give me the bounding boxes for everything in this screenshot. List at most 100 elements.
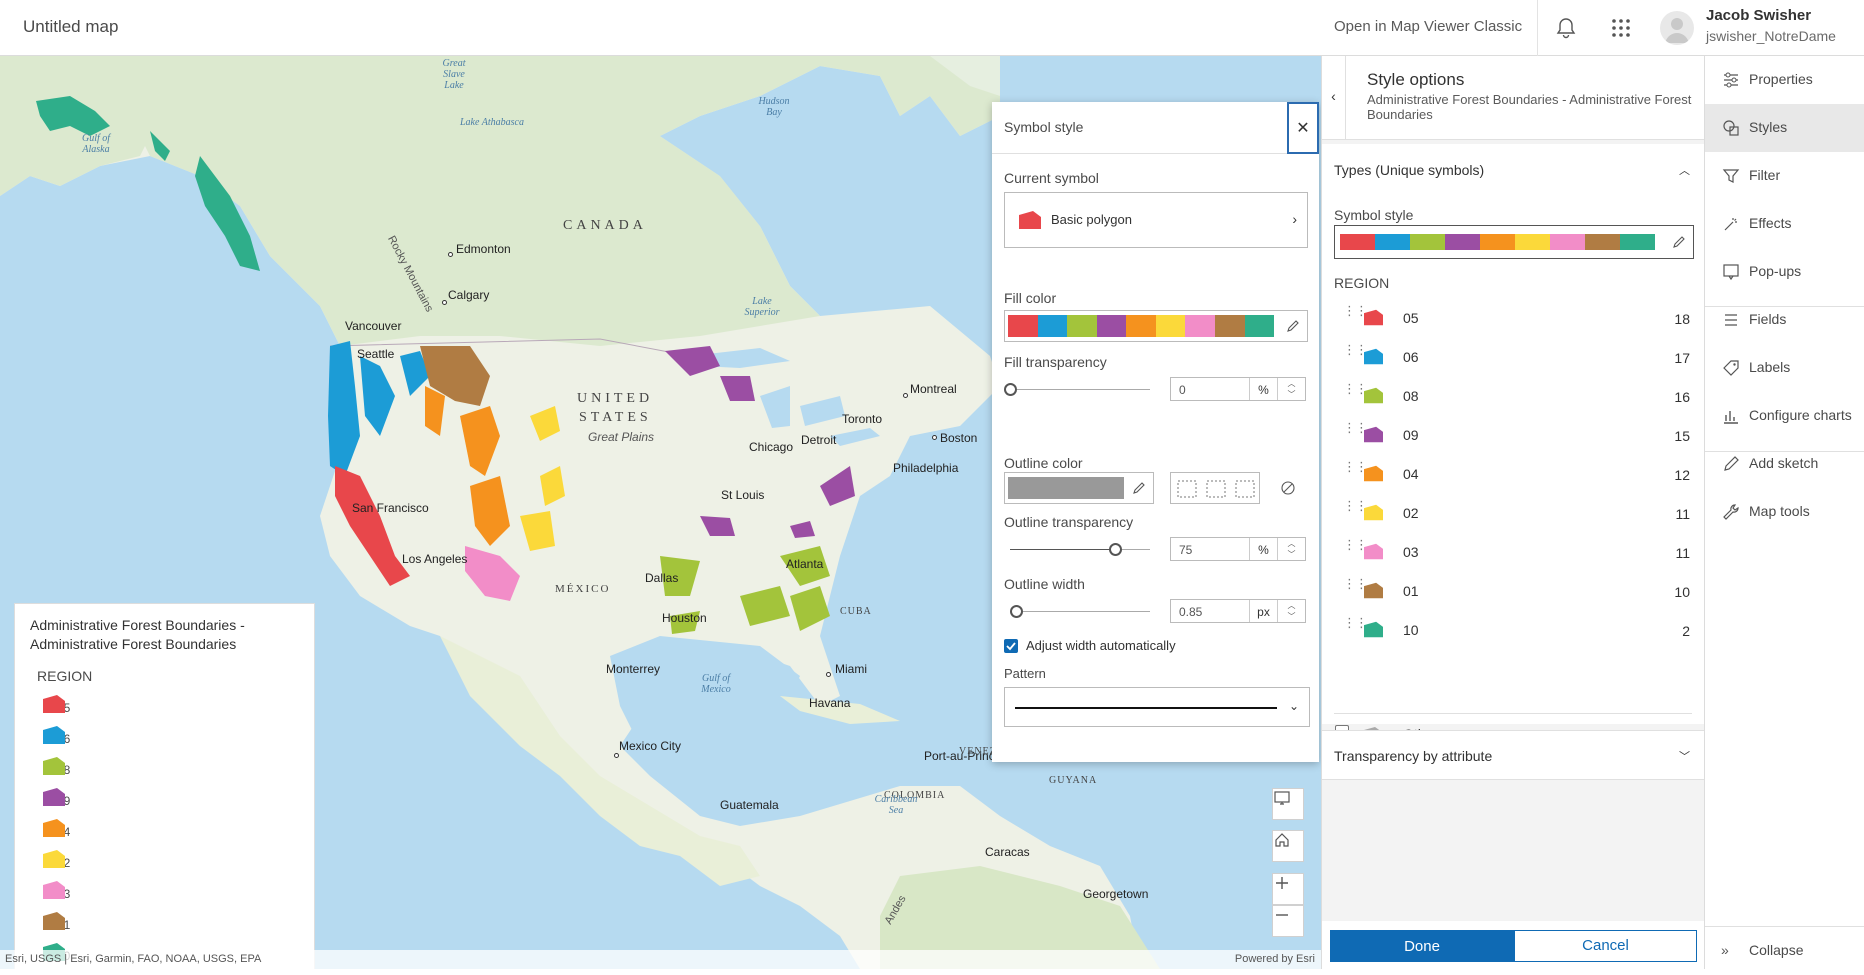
drag-handle-icon[interactable]: ⋮⋮ — [1343, 304, 1368, 317]
class-label[interactable]: 01 — [1403, 583, 1419, 599]
symbol-style-label: Symbol style — [1334, 207, 1414, 223]
outline-style-picker[interactable] — [1170, 472, 1260, 504]
powered-by-esri[interactable]: Powered by Esri — [1235, 953, 1315, 965]
drag-handle-icon[interactable]: ⋮⋮ — [1343, 538, 1368, 551]
drag-handle-icon[interactable]: ⋮⋮ — [1343, 460, 1368, 473]
class-row[interactable]: ⋮⋮ 02 11 — [1334, 494, 1692, 533]
class-label[interactable]: 03 — [1403, 544, 1419, 560]
user-name[interactable]: Jacob Swisher — [1706, 7, 1811, 24]
action-fields[interactable]: Fields — [1705, 296, 1864, 344]
class-label[interactable]: 04 — [1403, 466, 1419, 482]
adjust-width-label[interactable]: Adjust width automatically — [1026, 638, 1176, 653]
action-labels[interactable]: Labels — [1705, 344, 1864, 392]
outline-width-input[interactable]: 0.85 px ︿ ﹀ — [1170, 599, 1306, 623]
class-row[interactable]: ⋮⋮ 03 11 — [1334, 533, 1692, 572]
zoom-in-button[interactable] — [1272, 873, 1304, 905]
class-label[interactable]: 05 — [1403, 310, 1419, 326]
drag-handle-icon[interactable]: ⋮⋮ — [1343, 577, 1368, 590]
app-launcher-icon[interactable] — [1607, 14, 1635, 42]
action-map-tools[interactable]: Map tools — [1705, 488, 1864, 536]
map-title[interactable]: Untitled map — [23, 17, 118, 37]
action-effects[interactable]: Effects — [1705, 200, 1864, 248]
fill-transparency-input[interactable]: 0 % ︿ ﹀ — [1170, 377, 1306, 401]
class-swatch[interactable] — [1364, 465, 1383, 487]
chevron-up-icon[interactable]: ︿ — [1278, 378, 1305, 389]
class-row[interactable]: ⋮⋮ 09 15 — [1334, 416, 1692, 455]
action-properties[interactable]: Properties — [1705, 56, 1864, 104]
action-pop-ups[interactable]: Pop-ups — [1705, 248, 1864, 296]
class-label[interactable]: 08 — [1403, 388, 1419, 404]
class-label[interactable]: 09 — [1403, 427, 1419, 443]
outline-transparency-input[interactable]: 75 % ︿ ﹀ — [1170, 537, 1306, 561]
class-swatch[interactable] — [1364, 621, 1383, 643]
chevron-down-icon[interactable]: ﹀ — [1278, 611, 1305, 622]
class-swatch[interactable] — [1364, 348, 1383, 370]
current-symbol-selector[interactable]: Basic polygon › — [1004, 192, 1308, 248]
class-swatch[interactable] — [1364, 426, 1383, 448]
attribution-sources[interactable]: Esri, USGS | Esri, Garmin, FAO, NOAA, US… — [5, 953, 261, 965]
close-button[interactable]: ✕ — [1287, 102, 1319, 154]
drag-handle-icon[interactable]: ⋮⋮ — [1343, 343, 1368, 356]
class-label[interactable]: 02 — [1403, 505, 1419, 521]
action-styles[interactable]: Styles — [1705, 104, 1864, 152]
user-id[interactable]: jswisher_NotreDame — [1706, 28, 1836, 44]
collapse-button[interactable]: » Collapse — [1705, 927, 1864, 975]
zoom-out-button[interactable] — [1272, 905, 1304, 937]
action-add-sketch[interactable]: Add sketch — [1705, 440, 1864, 488]
stepper[interactable]: ︿ ﹀ — [1277, 600, 1305, 622]
class-swatch[interactable] — [1364, 543, 1383, 565]
city-philadelphia: Philadelphia — [893, 461, 959, 475]
chevron-up-icon[interactable]: ︿ — [1278, 600, 1305, 611]
class-label[interactable]: 06 — [1403, 349, 1419, 365]
fill-color-ramp[interactable] — [1004, 310, 1308, 342]
chevron-down-icon[interactable]: ﹀ — [1278, 549, 1305, 560]
screen-toggle-button[interactable] — [1272, 788, 1304, 820]
no-color-icon[interactable] — [1280, 480, 1296, 496]
cancel-button[interactable]: Cancel — [1514, 930, 1697, 962]
outline-width-thumb[interactable] — [1009, 605, 1023, 618]
class-row[interactable]: ⋮⋮ 10 2 — [1334, 611, 1692, 650]
outline-color-picker[interactable] — [1004, 472, 1154, 504]
outline-width-value[interactable]: 0.85 — [1171, 600, 1249, 622]
done-button[interactable]: Done — [1330, 930, 1514, 962]
class-row[interactable]: ⋮⋮ 05 18 — [1334, 299, 1692, 338]
types-header[interactable]: Types (Unique symbols) — [1334, 162, 1484, 178]
class-row[interactable]: ⋮⋮ 01 10 — [1334, 572, 1692, 611]
outline-transparency-value[interactable]: 75 — [1171, 538, 1249, 560]
class-row[interactable]: ⋮⋮ 04 12 — [1334, 455, 1692, 494]
style-options-title: Style options — [1367, 70, 1465, 89]
home-button[interactable] — [1272, 830, 1304, 862]
stepper[interactable]: ︿ ﹀ — [1277, 378, 1305, 400]
notifications-bell-icon[interactable] — [1552, 14, 1580, 42]
class-swatch[interactable] — [1364, 387, 1383, 409]
back-chevron-icon[interactable]: ‹ — [1322, 56, 1346, 140]
outline-width-track[interactable] — [1010, 611, 1150, 612]
drag-handle-icon[interactable]: ⋮⋮ — [1343, 421, 1368, 434]
class-row[interactable]: ⋮⋮ 08 16 — [1334, 377, 1692, 416]
class-swatch[interactable] — [1364, 582, 1383, 604]
action-configure-charts[interactable]: Configure charts — [1705, 392, 1864, 440]
class-swatch[interactable] — [1364, 504, 1383, 526]
open-classic-link[interactable]: Open in Map Viewer Classic — [1334, 18, 1522, 35]
chevron-up-icon[interactable]: ︿ — [1679, 162, 1690, 178]
adjust-width-checkbox[interactable] — [1004, 639, 1018, 653]
action-filter[interactable]: Filter — [1705, 152, 1864, 200]
class-label[interactable]: 10 — [1403, 622, 1419, 638]
drag-handle-icon[interactable]: ⋮⋮ — [1343, 616, 1368, 629]
chevron-up-icon[interactable]: ︿ — [1278, 538, 1305, 549]
user-avatar[interactable] — [1660, 11, 1694, 45]
fill-transparency-thumb[interactable] — [1004, 383, 1017, 396]
fill-transparency-value[interactable]: 0 — [1171, 378, 1249, 400]
drag-handle-icon[interactable]: ⋮⋮ — [1343, 499, 1368, 512]
outline-transparency-thumb[interactable] — [1109, 543, 1122, 556]
drag-handle-icon[interactable]: ⋮⋮ — [1343, 382, 1368, 395]
stepper[interactable]: ︿ ﹀ — [1277, 538, 1305, 560]
chevron-down-icon[interactable]: ﹀ — [1278, 389, 1305, 400]
pattern-select[interactable]: ⌄ — [1004, 687, 1310, 727]
class-row[interactable]: ⋮⋮ 06 17 — [1334, 338, 1692, 377]
class-swatch[interactable] — [1364, 309, 1383, 331]
transparency-by-attribute-section[interactable]: Transparency by attribute ﹀ — [1322, 730, 1704, 780]
effects-icon — [1724, 218, 1737, 231]
symbol-style-ramp-button[interactable] — [1334, 225, 1694, 259]
fill-transparency-track[interactable] — [1010, 389, 1150, 390]
